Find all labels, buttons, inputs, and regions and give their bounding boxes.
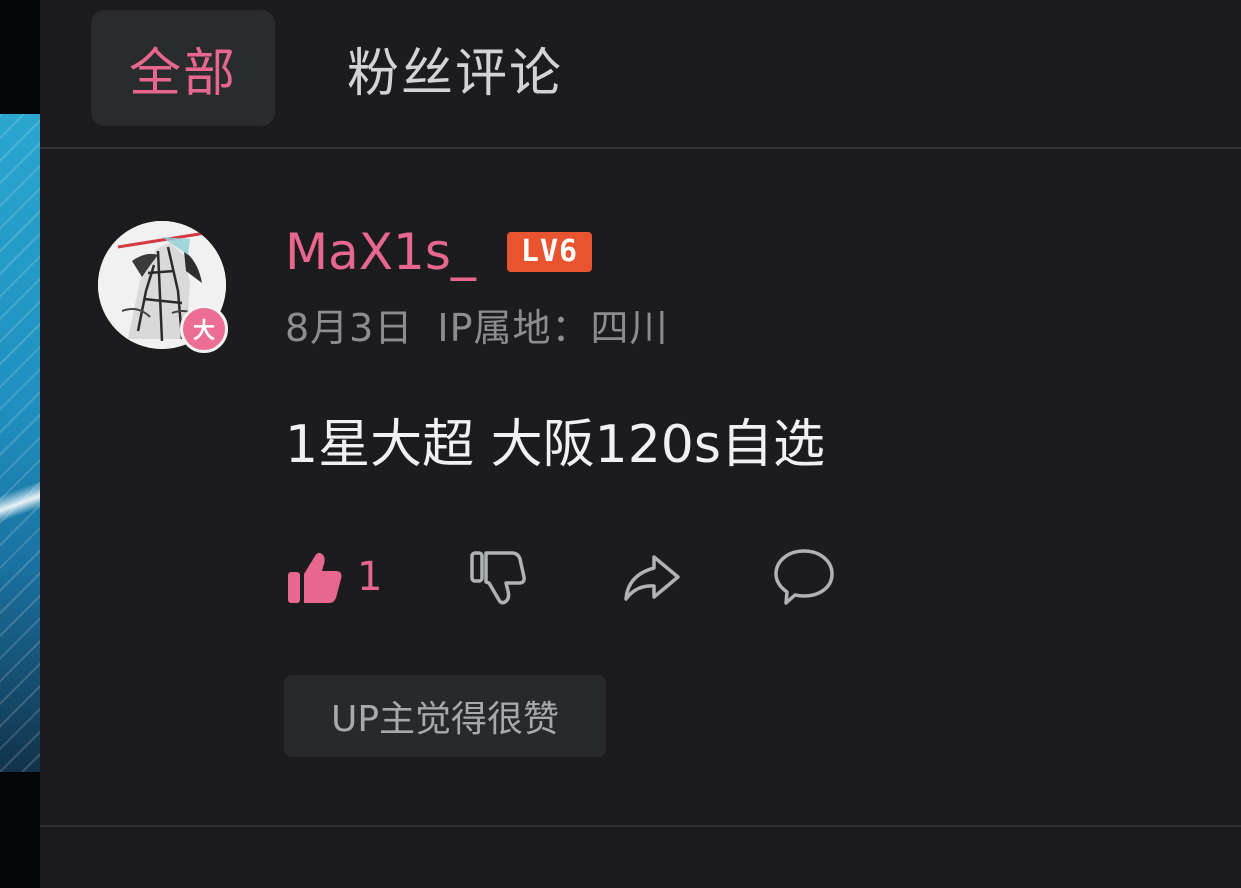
level-badge: LV6 — [507, 232, 592, 272]
comments-panel: 全部 粉丝评论 大 MaX1s_ LV6 8月3日 IP属地：四川 1星大超 大阪… — [40, 0, 1241, 888]
like-count: 1 — [357, 554, 383, 600]
video-thumbnail-edge — [0, 114, 40, 772]
speech-bubble-icon — [774, 549, 834, 605]
ip-location: IP属地：四川 — [437, 306, 669, 350]
share-arrow-icon — [624, 555, 680, 601]
reply-button[interactable] — [772, 545, 836, 609]
thumbnail-glint — [0, 470, 40, 540]
background-video-strip — [0, 0, 40, 888]
avatar-badge: 大 — [180, 305, 228, 353]
like-button[interactable]: 1 — [285, 545, 382, 609]
comment-date: 8月3日 — [285, 306, 414, 350]
share-button[interactable] — [620, 545, 684, 609]
tabs-divider — [40, 147, 1241, 149]
comment-divider — [40, 825, 1241, 827]
thumbs-down-icon — [470, 551, 526, 605]
up-liked-tag: UP主觉得很赞 — [284, 675, 606, 757]
tab-fan-comments[interactable]: 粉丝评论 — [330, 10, 580, 126]
comment-meta: 8月3日 IP属地：四川 — [285, 300, 668, 356]
dislike-button[interactable] — [468, 545, 528, 609]
comment-text: 1星大超 大阪120s自选 — [285, 415, 825, 475]
thumbs-up-filled-icon — [288, 552, 342, 603]
comment-tabs: 全部 粉丝评论 — [40, 0, 1241, 147]
tab-all[interactable]: 全部 — [91, 10, 275, 126]
username[interactable]: MaX1s_ — [285, 222, 476, 282]
